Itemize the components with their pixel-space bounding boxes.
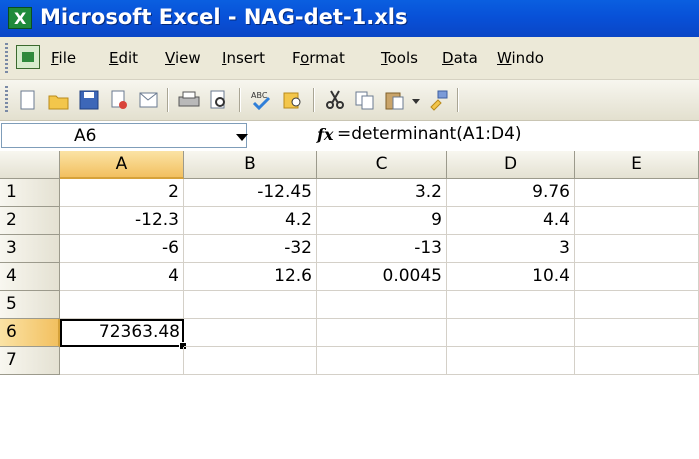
print-icon[interactable]: [176, 88, 202, 112]
toolbar-separator: [313, 88, 315, 112]
menu-item-data[interactable]: Data: [442, 49, 478, 67]
cell-b2[interactable]: 4.2: [184, 207, 317, 235]
row-header-4[interactable]: 4: [0, 263, 60, 291]
cell-e5[interactable]: [575, 291, 699, 319]
cell-d6[interactable]: [447, 319, 575, 347]
research-icon[interactable]: [280, 88, 306, 112]
cell-e7[interactable]: [575, 347, 699, 375]
column-header-a[interactable]: A: [60, 151, 184, 179]
row-header-7[interactable]: 7: [0, 347, 60, 375]
cell-e2[interactable]: [575, 207, 699, 235]
cell-b1[interactable]: -12.45: [184, 179, 317, 207]
cell-d2[interactable]: 4.4: [447, 207, 575, 235]
cell-a1[interactable]: 2: [60, 179, 184, 207]
name-box-value: A6: [74, 126, 97, 146]
chevron-down-icon[interactable]: [236, 134, 248, 141]
menu-item-format[interactable]: Format: [292, 49, 345, 67]
menubar-grip[interactable]: [5, 43, 8, 73]
cell-d3[interactable]: 3: [447, 235, 575, 263]
cell-b4[interactable]: 12.6: [184, 263, 317, 291]
copy-icon[interactable]: [352, 88, 378, 112]
cell-a4[interactable]: 4: [60, 263, 184, 291]
cell-c7[interactable]: [317, 347, 447, 375]
cell-a6[interactable]: 72363.48: [60, 319, 184, 347]
cell-b3[interactable]: -32: [184, 235, 317, 263]
permission-icon[interactable]: [106, 88, 132, 112]
menu-item-edit[interactable]: Edit: [109, 49, 138, 67]
cell-d4[interactable]: 10.4: [447, 263, 575, 291]
cell-a2[interactable]: -12.3: [60, 207, 184, 235]
cell-a3[interactable]: -6: [60, 235, 184, 263]
cell-c4[interactable]: 0.0045: [317, 263, 447, 291]
cell-d5[interactable]: [447, 291, 575, 319]
paste-icon[interactable]: [382, 88, 408, 112]
column-header-b[interactable]: B: [184, 151, 317, 179]
menu-item-tools[interactable]: Tools: [381, 49, 418, 67]
cell-c1[interactable]: 3.2: [317, 179, 447, 207]
menu-item-file[interactable]: File: [51, 49, 76, 67]
cell-b7[interactable]: [184, 347, 317, 375]
row-header-6[interactable]: 6: [0, 319, 60, 347]
column-header-e[interactable]: E: [575, 151, 699, 179]
cell-a7[interactable]: [60, 347, 184, 375]
select-all-corner[interactable]: [0, 151, 60, 179]
paste-dropdown-icon[interactable]: [410, 88, 422, 112]
workbook-icon[interactable]: [16, 45, 40, 69]
menu-item-view[interactable]: View: [165, 49, 201, 67]
format-painter-icon[interactable]: [426, 88, 452, 112]
save-icon[interactable]: [76, 88, 102, 112]
excel-app-icon[interactable]: [8, 7, 32, 29]
spreadsheet-grid: A B C D E 1 2 -12.45 3.2 9.76 2 -12.3 4.2 9 4.4 3 -6 -32-…: [0, 151, 699, 459]
cell-d7[interactable]: [447, 347, 575, 375]
menu-item-insert[interactable]: Insert: [222, 49, 265, 67]
email-icon[interactable]: [136, 88, 162, 112]
row-header-2[interactable]: 2: [0, 207, 60, 235]
menu-bar: File Edit View Insert Format Tools Data Windo: [0, 37, 699, 80]
toolbar-grip[interactable]: [5, 86, 8, 114]
toolbar-separator: [457, 88, 459, 112]
formula-bar: A6 fx =determinant(A1:D4): [0, 121, 699, 152]
cell-c2[interactable]: 9: [317, 207, 447, 235]
title-bar[interactable]: Microsoft Excel - NAG-det-1.xls: [0, 0, 699, 37]
name-box[interactable]: A6: [1, 123, 248, 148]
cell-e6[interactable]: [575, 319, 699, 347]
row-header-1[interactable]: 1: [0, 179, 60, 207]
cell-d1[interactable]: 9.76: [447, 179, 575, 207]
open-icon[interactable]: [46, 88, 72, 112]
svg-text:ABC: ABC: [251, 91, 268, 100]
cell-b5[interactable]: [184, 291, 317, 319]
formula-input[interactable]: =determinant(A1:D4): [337, 124, 522, 144]
row-header-5[interactable]: 5: [0, 291, 60, 319]
column-header-c[interactable]: C: [317, 151, 447, 179]
print-preview-icon[interactable]: [206, 88, 232, 112]
cell-c6[interactable]: [317, 319, 447, 347]
row-header-3[interactable]: 3: [0, 235, 60, 263]
cell-e3[interactable]: [575, 235, 699, 263]
menu-item-windo[interactable]: Windo: [497, 49, 544, 67]
cell-c3[interactable]: -13: [317, 235, 447, 263]
window-title: Microsoft Excel - NAG-det-1.xls: [40, 5, 408, 29]
spelling-icon[interactable]: ABC: [248, 88, 274, 112]
toolbar-separator: [239, 88, 241, 112]
toolbar-separator: [167, 88, 169, 112]
cell-e1[interactable]: [575, 179, 699, 207]
cut-icon[interactable]: [322, 88, 348, 112]
cell-e4[interactable]: [575, 263, 699, 291]
column-header-d[interactable]: D: [447, 151, 575, 179]
cell-c5[interactable]: [317, 291, 447, 319]
standard-toolbar: ABC: [0, 80, 699, 121]
cell-a5[interactable]: [60, 291, 184, 319]
insert-function-icon[interactable]: fx: [317, 125, 333, 144]
cell-b6[interactable]: [184, 319, 317, 347]
new-icon[interactable]: [14, 88, 40, 112]
